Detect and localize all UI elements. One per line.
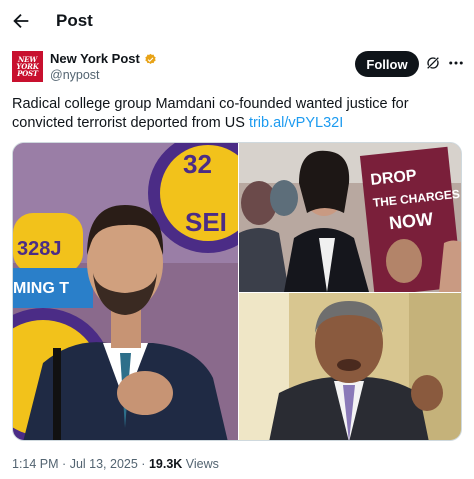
meta-separator: ·: [62, 457, 67, 471]
follow-button[interactable]: Follow: [355, 51, 419, 77]
post-link[interactable]: trib.al/vPYL32I: [249, 115, 343, 131]
sign-text-328j: 328J: [17, 238, 62, 260]
views-label: Views: [185, 457, 219, 471]
avatar[interactable]: NEW YORK POST: [12, 51, 43, 82]
photo-mamdani[interactable]: 32 SEI 328J MING T: [13, 143, 238, 440]
account-name[interactable]: New York Post: [50, 51, 157, 67]
photo-protest[interactable]: DROP THE CHARGES NOW: [239, 143, 461, 292]
sign-text-ming: MING T: [13, 280, 69, 297]
post-meta: 1:14 PM · Jul 13, 2025 · 19.3K Views: [12, 456, 219, 472]
meta-separator: ·: [141, 457, 146, 471]
more-options-icon[interactable]: [447, 54, 465, 72]
post-time[interactable]: 1:14 PM: [12, 457, 59, 471]
media-grid: 32 SEI 328J MING T DROP THE CHARGES NOW: [12, 142, 462, 441]
grok-icon[interactable]: [425, 55, 441, 71]
post-text: Radical college group Mamdani co-founded…: [12, 95, 462, 133]
account-name-label: New York Post: [50, 51, 140, 66]
post-body: Radical college group Mamdani co-founded…: [12, 96, 409, 131]
sign-text-sei: SEI: [185, 207, 227, 237]
views-count: 19.3K: [148, 457, 183, 471]
verified-badge-icon: [145, 53, 156, 64]
back-arrow-icon[interactable]: [10, 10, 32, 32]
nypost-logo: NEW YORK POST: [16, 55, 39, 78]
top-bar: Post: [0, 0, 474, 42]
photo-obama[interactable]: [239, 293, 461, 440]
page-title: Post: [56, 11, 93, 30]
sign-text-32: 32: [183, 149, 212, 179]
post-date[interactable]: Jul 13, 2025: [70, 457, 138, 471]
account-handle[interactable]: @nypost: [50, 68, 100, 83]
